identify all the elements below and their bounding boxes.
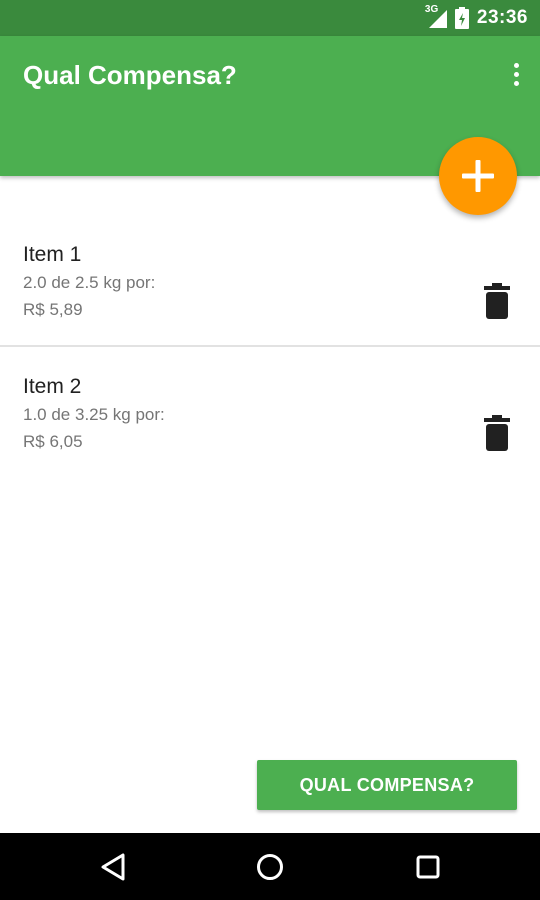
battery-icon bbox=[454, 7, 469, 29]
delete-item-button[interactable] bbox=[482, 283, 512, 319]
list-item[interactable]: Item 1 2.0 de 2.5 kg por: R$ 5,89 bbox=[0, 215, 540, 347]
item-price: R$ 6,05 bbox=[23, 432, 83, 451]
recents-button[interactable] bbox=[412, 851, 444, 883]
recents-square-icon bbox=[416, 855, 440, 879]
item-detail: 1.0 de 3.25 kg por: bbox=[23, 405, 165, 424]
overflow-dot bbox=[513, 62, 519, 68]
back-button[interactable] bbox=[97, 851, 129, 883]
item-price: R$ 5,89 bbox=[23, 300, 83, 319]
item-name: Item 1 bbox=[23, 243, 82, 266]
item-name: Item 2 bbox=[23, 375, 82, 398]
navigation-bar bbox=[0, 833, 540, 900]
status-icons: 3G 23:36 bbox=[425, 0, 528, 36]
plus-icon bbox=[462, 160, 494, 192]
app-screen: 3G 23:36 Qual Compensa? Item 1 2.0 de 2.… bbox=[0, 0, 540, 900]
home-circle-icon bbox=[257, 854, 283, 880]
trash-icon bbox=[484, 283, 510, 319]
delete-item-button[interactable] bbox=[482, 415, 512, 451]
overflow-menu-icon[interactable] bbox=[506, 58, 526, 90]
compare-button[interactable]: QUAL COMPENSA? bbox=[257, 760, 517, 810]
status-bar: 3G 23:36 bbox=[0, 0, 540, 36]
app-title: Qual Compensa? bbox=[23, 60, 237, 90]
overflow-dot bbox=[513, 80, 519, 86]
home-button[interactable] bbox=[254, 851, 286, 883]
item-detail: 2.0 de 2.5 kg por: bbox=[23, 273, 156, 292]
trash-icon bbox=[484, 415, 510, 451]
signal-icon: 3G bbox=[425, 4, 449, 30]
back-triangle-icon bbox=[101, 853, 125, 881]
add-item-button[interactable] bbox=[439, 137, 517, 215]
status-time: 23:36 bbox=[476, 7, 528, 28]
overflow-dot bbox=[513, 71, 519, 77]
list-item[interactable]: Item 2 1.0 de 3.25 kg por: R$ 6,05 bbox=[0, 347, 540, 477]
item-list: Item 1 2.0 de 2.5 kg por: R$ 5,89 Item 2… bbox=[0, 215, 540, 477]
